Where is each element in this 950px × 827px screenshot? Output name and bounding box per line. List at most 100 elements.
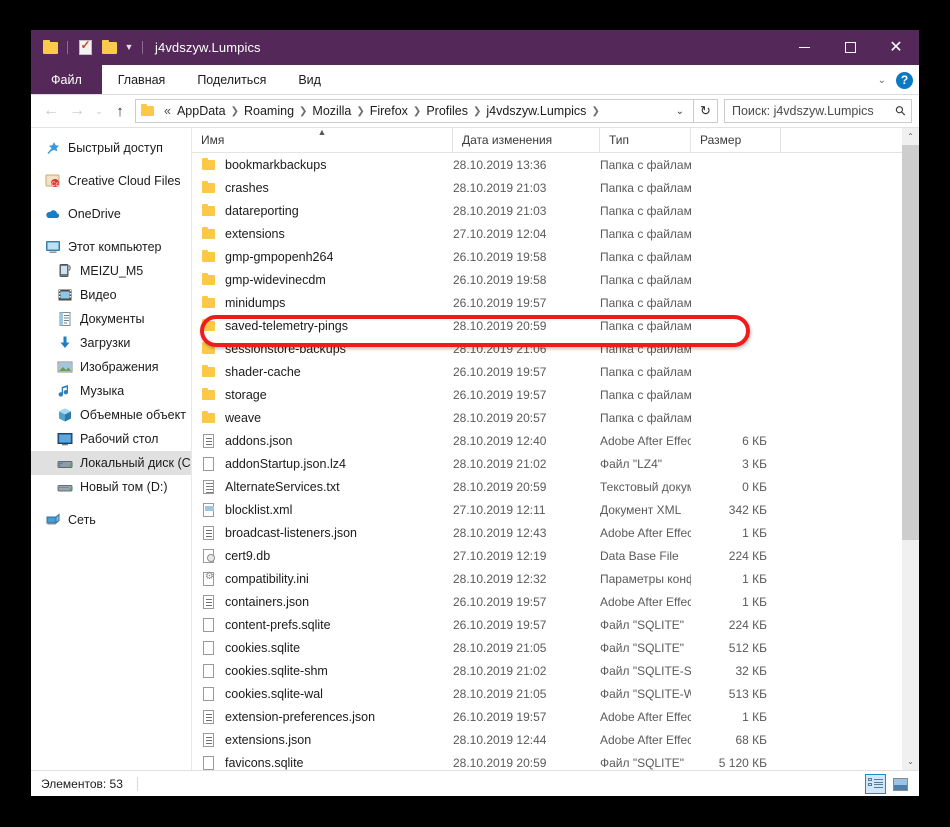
sidebar-item-6[interactable]: Документы: [31, 307, 191, 331]
search-input[interactable]: Поиск: j4vdszyw.Lumpics: [732, 104, 896, 118]
scrollbar-thumb[interactable]: [902, 145, 919, 540]
table-row[interactable]: bookmarkbackups28.10.2019 13:36Папка с ф…: [192, 153, 919, 176]
vertical-scrollbar[interactable]: ⌃ ⌄: [902, 128, 919, 770]
address-bar[interactable]: « AppData ❯ Roaming ❯ Mozilla ❯ Firefox …: [135, 99, 694, 123]
sidebar-item-10[interactable]: Объемные объект: [31, 403, 191, 427]
refresh-button[interactable]: ↻: [694, 99, 718, 123]
table-row[interactable]: gmp-widevinecdm26.10.2019 19:58Папка с ф…: [192, 268, 919, 291]
details-view-icon: [868, 778, 883, 791]
onedrive-cloud-icon: [45, 206, 61, 222]
tab-file[interactable]: Файл: [31, 65, 102, 94]
sidebar-item-9[interactable]: Музыка: [31, 379, 191, 403]
window-controls: ✕: [781, 30, 919, 65]
table-row[interactable]: datareporting28.10.2019 21:03Папка с фай…: [192, 199, 919, 222]
scroll-up-button[interactable]: ⌃: [902, 128, 919, 145]
new-folder-icon[interactable]: [98, 37, 120, 59]
file-name-label: cookies.sqlite-shm: [225, 664, 328, 678]
table-row[interactable]: extension-preferences.json26.10.2019 19:…: [192, 705, 919, 728]
table-row[interactable]: broadcast-listeners.json28.10.2019 12:43…: [192, 521, 919, 544]
cell-date: 27.10.2019 12:11: [453, 503, 600, 517]
document-icon: [203, 526, 214, 540]
cell-type: Папка с файлами: [600, 296, 691, 310]
chevron-down-icon[interactable]: ▼: [122, 37, 136, 59]
cell-size: 224 КБ: [691, 618, 781, 632]
sidebar-item-12[interactable]: Локальный диск (C: [31, 451, 191, 475]
breadcrumb-overflow[interactable]: «: [161, 104, 174, 118]
table-row[interactable]: extensions.json28.10.2019 12:44Adobe Aft…: [192, 728, 919, 751]
tab-view[interactable]: Вид: [282, 65, 337, 94]
column-header-date[interactable]: Дата изменения: [453, 128, 600, 152]
sidebar-item-8[interactable]: Изображения: [31, 355, 191, 379]
table-row[interactable]: favicons.sqlite28.10.2019 20:59Файл "SQL…: [192, 751, 919, 770]
cell-type: Папка с файлами: [600, 273, 691, 287]
table-row[interactable]: sessionstore-backups28.10.2019 21:06Папк…: [192, 337, 919, 360]
breadcrumb-item-appdata[interactable]: AppData: [174, 104, 229, 118]
sidebar-item-3[interactable]: Этот компьютер: [31, 235, 191, 259]
tab-share[interactable]: Поделиться: [181, 65, 282, 94]
up-button[interactable]: ↑: [108, 98, 132, 124]
search-box[interactable]: Поиск: j4vdszyw.Lumpics ⚲: [724, 99, 912, 123]
table-row[interactable]: containers.json26.10.2019 19:57Adobe Aft…: [192, 590, 919, 613]
properties-icon[interactable]: [74, 37, 96, 59]
table-row[interactable]: addonStartup.json.lz428.10.2019 21:02Фай…: [192, 452, 919, 475]
breadcrumb-item-mozilla[interactable]: Mozilla: [309, 104, 354, 118]
table-row[interactable]: cookies.sqlite-wal28.10.2019 21:05Файл "…: [192, 682, 919, 705]
sidebar-item-1[interactable]: CcCreative Cloud Files: [31, 169, 191, 193]
table-row[interactable]: content-prefs.sqlite26.10.2019 19:57Файл…: [192, 613, 919, 636]
table-row[interactable]: crashes28.10.2019 21:03Папка с файлами: [192, 176, 919, 199]
recent-locations-button[interactable]: ⌄: [90, 98, 108, 124]
table-row[interactable]: compatibility.ini28.10.2019 12:32Парамет…: [192, 567, 919, 590]
sidebar-item-11[interactable]: Рабочий стол: [31, 427, 191, 451]
table-row[interactable]: weave28.10.2019 20:57Папка с файлами: [192, 406, 919, 429]
table-row[interactable]: addons.json28.10.2019 12:40Adobe After E…: [192, 429, 919, 452]
column-header-size[interactable]: Размер: [691, 128, 781, 152]
table-row[interactable]: blocklist.xml27.10.2019 12:11Документ XM…: [192, 498, 919, 521]
cell-name: cookies.sqlite-shm: [192, 663, 453, 679]
details-view-button[interactable]: [865, 774, 886, 794]
table-row[interactable]: cert9.db27.10.2019 12:19Data Base File22…: [192, 544, 919, 567]
maximize-button[interactable]: [827, 30, 873, 65]
breadcrumb-item-roaming[interactable]: Roaming: [241, 104, 297, 118]
cell-name: datareporting: [192, 203, 453, 219]
table-row[interactable]: cookies.sqlite28.10.2019 21:05Файл "SQLI…: [192, 636, 919, 659]
sidebar-item-0[interactable]: Быстрый доступ: [31, 136, 191, 160]
cell-name: blocklist.xml: [192, 502, 453, 518]
table-row[interactable]: AlternateServices.txt28.10.2019 20:59Тек…: [192, 475, 919, 498]
address-dropdown-icon[interactable]: ⌄: [669, 106, 691, 117]
folder-icon: [201, 295, 217, 311]
table-row[interactable]: gmp-gmpopenh26426.10.2019 19:58Папка с ф…: [192, 245, 919, 268]
folder-icon: [201, 387, 217, 403]
table-row[interactable]: extensions27.10.2019 12:04Папка с файлам…: [192, 222, 919, 245]
breadcrumb-separator-icon: ❯: [229, 106, 241, 117]
table-row[interactable]: cookies.sqlite-shm28.10.2019 21:02Файл "…: [192, 659, 919, 682]
breadcrumb-item-profile[interactable]: j4vdszyw.Lumpics: [483, 104, 589, 118]
scroll-down-button[interactable]: ⌄: [902, 753, 919, 770]
sidebar-item-13[interactable]: Новый том (D:): [31, 475, 191, 499]
column-header-name[interactable]: ▲ Имя: [192, 128, 453, 152]
table-row[interactable]: saved-telemetry-pings28.10.2019 20:59Пап…: [192, 314, 919, 337]
scrollbar-track[interactable]: [902, 145, 919, 753]
large-icons-view-button[interactable]: [890, 774, 911, 794]
breadcrumb-item-profiles[interactable]: Profiles: [423, 104, 471, 118]
document-icon: [203, 595, 214, 609]
folder-icon[interactable]: [39, 37, 61, 59]
sidebar-item-5[interactable]: Видео: [31, 283, 191, 307]
table-row[interactable]: shader-cache26.10.2019 19:57Папка с файл…: [192, 360, 919, 383]
sidebar-item-4[interactable]: MEIZU_M5: [31, 259, 191, 283]
file-name-label: cookies.sqlite: [225, 641, 300, 655]
column-header-type[interactable]: Тип: [600, 128, 691, 152]
minimize-button[interactable]: [781, 30, 827, 65]
cell-size: 513 КБ: [691, 687, 781, 701]
tab-home[interactable]: Главная: [102, 65, 182, 94]
back-button[interactable]: ←: [38, 98, 64, 124]
sidebar-item-2[interactable]: OneDrive: [31, 202, 191, 226]
help-icon[interactable]: ?: [896, 72, 913, 89]
sidebar-item-14[interactable]: Сеть: [31, 508, 191, 532]
breadcrumb-item-firefox[interactable]: Firefox: [367, 104, 411, 118]
close-button[interactable]: ✕: [873, 30, 919, 65]
chevron-down-icon[interactable]: ⌄: [878, 75, 886, 86]
table-row[interactable]: minidumps26.10.2019 19:57Папка с файлами: [192, 291, 919, 314]
sidebar-item-7[interactable]: Загрузки: [31, 331, 191, 355]
table-row[interactable]: storage26.10.2019 19:57Папка с файлами: [192, 383, 919, 406]
forward-button[interactable]: →: [64, 98, 90, 124]
